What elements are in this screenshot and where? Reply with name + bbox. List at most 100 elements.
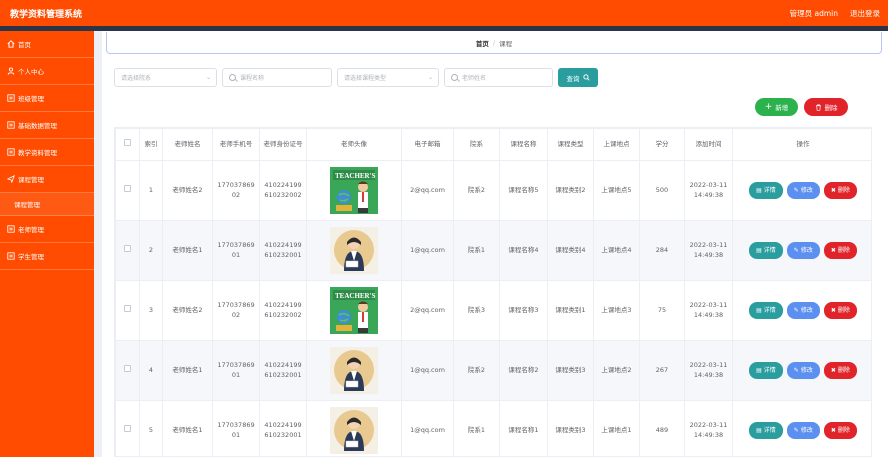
edit-label: 修改 (800, 247, 813, 254)
cell-avatar (306, 340, 402, 401)
sidebar-item-student[interactable]: 学生管理 (0, 243, 94, 270)
cell-phone: 17703786902 (212, 160, 260, 221)
cell-index: 5 (139, 400, 163, 456)
admin-label: 管理员 admin (789, 9, 838, 18)
course-type-select[interactable]: 请选择课程类型 ⌄ (337, 68, 439, 87)
sidebar-item-label: 首页 (18, 41, 31, 49)
teacher-name-input[interactable]: 老师姓名 (444, 68, 553, 87)
table-row[interactable]: 1 老师姓名2 17703786902 410224199610232002 TEACH… (115, 160, 871, 221)
delete-button[interactable]: ✖ 删除 (823, 422, 857, 439)
header-cell: 课程名称 (499, 128, 548, 161)
cell-teacher-name: 老师姓名2 (162, 280, 213, 341)
detail-label: 详情 (763, 427, 776, 434)
table-row[interactable]: 4 老师姓名1 17703786901 410224199610232001 1@qq.… (115, 340, 871, 401)
cell-course-name: 课程名称1 (499, 400, 548, 456)
row-select[interactable] (115, 340, 140, 401)
header-select-all[interactable] (115, 128, 140, 161)
query-button[interactable]: 查询 (558, 68, 598, 87)
delete-button[interactable]: ✖ 删除 (823, 242, 857, 259)
menu-icon (6, 121, 15, 130)
row-select[interactable] (115, 400, 140, 456)
checkbox[interactable] (124, 365, 131, 373)
checkbox[interactable] (124, 305, 131, 313)
cell-actions: ▤ 详情 ✎ 修改 ✖ 删除 (732, 400, 871, 456)
added-date: 2022-03-11 (689, 180, 728, 189)
checkbox[interactable] (124, 185, 131, 193)
sidebar-item-basic-data[interactable]: 基础数据管理 (0, 112, 94, 139)
edit-button[interactable]: ✎ 修改 (786, 362, 820, 379)
batch-delete-button[interactable]: 删除 (804, 98, 848, 116)
detail-label: 详情 (763, 307, 776, 314)
sidebar-gutter (94, 31, 102, 457)
sidebar-item-materials[interactable]: 教学资料管理 (0, 139, 94, 166)
sidebar-item-teacher[interactable]: 老师管理 (0, 216, 94, 243)
detail-button[interactable]: ▤ 详情 (749, 422, 783, 439)
sidebar-subitem-course-manage[interactable]: 课程管理 (0, 193, 94, 216)
teacher-avatar: TEACHER'S (330, 167, 378, 214)
table-row[interactable]: 2 老师姓名1 17703786901 410224199610232001 1@qq.… (115, 220, 871, 281)
sidebar-item-label: 基础数据管理 (18, 122, 57, 130)
detail-button[interactable]: ▤ 详情 (749, 182, 783, 199)
query-label: 查询 (566, 74, 580, 83)
cell-added-time: 2022-03-11 14:49:38 (684, 400, 733, 456)
cell-credit: 500 (639, 160, 685, 221)
cell-teacher-name: 老师姓名1 (162, 340, 213, 401)
cell-avatar (306, 220, 402, 281)
edit-label: 修改 (800, 427, 813, 434)
home-icon (6, 40, 15, 49)
course-name-input[interactable]: 课程名称 (222, 68, 332, 87)
cell-course-name: 课程名称2 (499, 340, 548, 401)
cell-added-time: 2022-03-11 14:49:38 (684, 160, 733, 221)
sidebar-item-class[interactable]: 班级管理 (0, 85, 94, 112)
cell-index: 2 (139, 220, 163, 281)
logout-link[interactable]: 退出登录 (850, 8, 880, 19)
app-title: 教学资料管理系统 (10, 10, 83, 20)
sidebar-item-label: 教学资料管理 (18, 149, 57, 157)
add-button[interactable]: + 新增 (755, 98, 798, 116)
user-icon (6, 67, 15, 76)
search-icon (451, 74, 458, 81)
detail-button[interactable]: ▤ 详情 (749, 302, 783, 319)
edit-button[interactable]: ✎ 修改 (786, 182, 820, 199)
document-icon: ▤ (756, 247, 762, 254)
cell-course-type: 课程类别2 (547, 160, 594, 221)
header-cell: 老师姓名 (162, 128, 213, 161)
cell-course-type: 课程类别4 (547, 220, 594, 281)
svg-text:TEACHER'S: TEACHER'S (335, 292, 376, 300)
table-row[interactable]: 3 老师姓名2 17703786902 410224199610232002 TEACH… (115, 280, 871, 341)
cell-avatar: TEACHER'S (306, 280, 402, 341)
document-icon: ▤ (756, 187, 762, 194)
row-select[interactable] (115, 160, 140, 221)
checkbox[interactable] (124, 245, 131, 253)
department-select[interactable]: 请选择院系 ⌄ (114, 68, 217, 87)
edit-label: 修改 (800, 307, 813, 314)
edit-button[interactable]: ✎ 修改 (786, 242, 820, 259)
row-select[interactable] (115, 220, 140, 281)
detail-button[interactable]: ▤ 详情 (749, 242, 783, 259)
edit-button[interactable]: ✎ 修改 (786, 302, 820, 319)
row-select[interactable] (115, 280, 140, 341)
top-bar: 教学资料管理系统 管理员 admin 退出登录 (0, 0, 888, 26)
cell-phone: 17703786901 (212, 220, 260, 281)
plus-icon: + (764, 102, 773, 112)
delete-button[interactable]: ✖ 删除 (823, 182, 857, 199)
sidebar-item-profile[interactable]: 个人中心 (0, 58, 94, 85)
menu-icon (6, 148, 15, 157)
detail-button[interactable]: ▤ 详情 (749, 362, 783, 379)
breadcrumb-home[interactable]: 首页 (476, 38, 489, 48)
delete-button[interactable]: ✖ 删除 (823, 362, 857, 379)
sidebar-item-home[interactable]: 首页 (0, 31, 94, 58)
cell-added-time: 2022-03-11 14:49:38 (684, 280, 733, 341)
sidebar-item-course[interactable]: 课程管理 (0, 166, 94, 193)
delete-button[interactable]: ✖ 删除 (823, 302, 857, 319)
cell-id-card: 410224199610232002 (259, 280, 307, 341)
cell-phone: 17703786901 (212, 400, 260, 456)
cell-teacher-name: 老师姓名1 (162, 220, 213, 281)
checkbox[interactable] (124, 139, 131, 147)
table-row[interactable]: 5 老师姓名1 17703786901 410224199610232001 1@qq.… (115, 400, 871, 456)
checkbox[interactable] (124, 425, 131, 433)
added-clock: 14:49:38 (693, 430, 724, 439)
edit-button[interactable]: ✎ 修改 (786, 422, 820, 439)
sidebar-subitem-label: 课程管理 (14, 201, 40, 209)
header-cell: 院系 (453, 128, 500, 161)
